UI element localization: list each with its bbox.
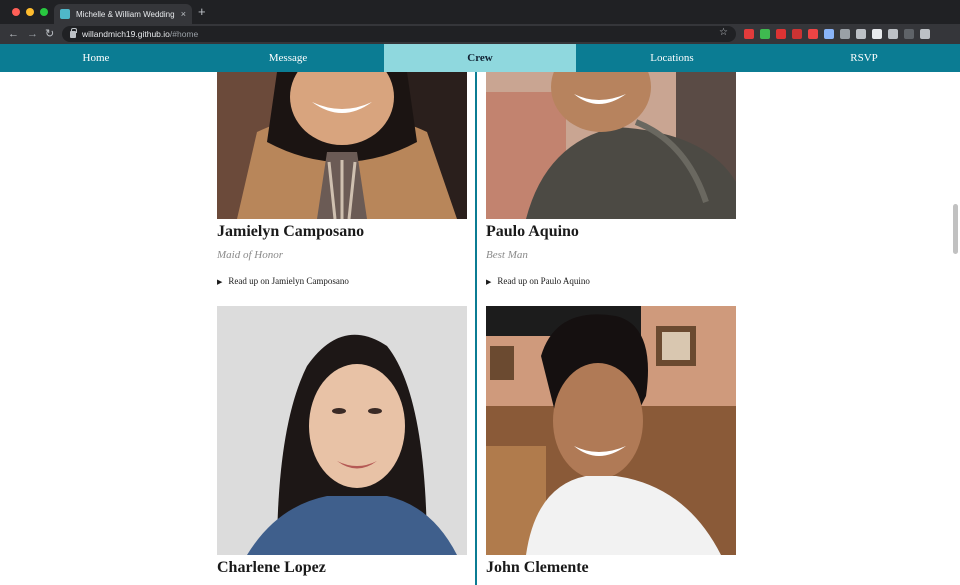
reload-button[interactable]: ↻ — [45, 27, 54, 41]
browser-extension-icon[interactable] — [776, 29, 786, 39]
crew-card: Paulo Aquino Best Man ▶ Read up on Paulo … — [486, 72, 736, 292]
crew-name: John Clemente — [486, 559, 589, 576]
zoom-window-button[interactable] — [40, 8, 48, 16]
read-up-label: Read up on Paulo Aquino — [497, 276, 590, 286]
site-favicon-icon — [60, 9, 70, 19]
nav-crew[interactable]: Crew — [384, 44, 576, 72]
crew-section: Jamielyn Camposano Maid of Honor ▶ Read u… — [0, 72, 960, 585]
browser-extension-icon[interactable] — [808, 29, 818, 39]
crew-role: Maid of Honor — [217, 249, 283, 261]
close-tab-icon[interactable]: × — [181, 9, 186, 19]
nav-rsvp[interactable]: RSVP — [768, 44, 960, 72]
minimize-window-button[interactable] — [26, 8, 34, 16]
tab-title: Michelle & William Wedding 20 — [76, 9, 175, 19]
crew-photo — [217, 72, 467, 219]
crew-name: Paulo Aquino — [486, 223, 579, 240]
browser-extension-icon[interactable] — [888, 29, 898, 39]
crew-name: Charlene Lopez — [217, 559, 326, 576]
browser-extension-icon[interactable] — [856, 29, 866, 39]
browser-extension-icon[interactable] — [792, 29, 802, 39]
browser-toolbar: ← → ↻ willandmich19.github.io /#home ☆ — [0, 24, 960, 44]
read-up-toggle[interactable]: ▶ Read up on Paulo Aquino — [486, 276, 590, 286]
browser-extension-icon[interactable] — [904, 29, 914, 39]
site-navigation: Home Message Crew Locations RSVP — [0, 44, 960, 72]
browser-extension-icon[interactable] — [824, 29, 834, 39]
crew-card: John Clemente — [486, 306, 736, 585]
lock-icon — [70, 27, 77, 38]
url-path: /#home — [169, 29, 199, 39]
crew-name: Jamielyn Camposano — [217, 223, 365, 240]
browser-extension-icon[interactable] — [872, 29, 882, 39]
browser-extension-icon[interactable] — [920, 29, 930, 39]
address-bar[interactable]: willandmich19.github.io /#home ☆ — [62, 26, 736, 42]
browser-tab-strip: Michelle & William Wedding 20 × + — [0, 0, 960, 24]
scrollbar-thumb[interactable] — [953, 204, 958, 254]
browser-extension-icon[interactable] — [744, 29, 754, 39]
browser-extension-icon[interactable] — [840, 29, 850, 39]
nav-home[interactable]: Home — [0, 44, 192, 72]
read-up-label: Read up on Jamielyn Camposano — [228, 276, 349, 286]
nav-message[interactable]: Message — [192, 44, 384, 72]
url-host: willandmich19.github.io — [82, 29, 170, 39]
crew-photo — [486, 72, 736, 219]
window-controls — [12, 8, 48, 16]
nav-locations[interactable]: Locations — [576, 44, 768, 72]
read-up-toggle[interactable]: ▶ Read up on Jamielyn Camposano — [217, 276, 349, 286]
crew-photo — [486, 306, 736, 555]
bookmark-star-icon[interactable]: ☆ — [719, 27, 728, 38]
forward-button[interactable]: → — [27, 27, 38, 41]
crew-card: Charlene Lopez — [217, 306, 467, 585]
back-button[interactable]: ← — [8, 27, 19, 41]
column-divider — [475, 72, 477, 585]
crew-photo — [217, 306, 467, 555]
browser-extension-icon[interactable] — [760, 29, 770, 39]
new-tab-button[interactable]: + — [198, 5, 206, 19]
disclosure-triangle-icon: ▶ — [217, 278, 223, 286]
close-window-button[interactable] — [12, 8, 20, 16]
crew-role: Best Man — [486, 249, 528, 261]
browser-tab[interactable]: Michelle & William Wedding 20 × — [54, 4, 192, 24]
crew-card: Jamielyn Camposano Maid of Honor ▶ Read u… — [217, 72, 467, 292]
disclosure-triangle-icon: ▶ — [486, 278, 492, 286]
